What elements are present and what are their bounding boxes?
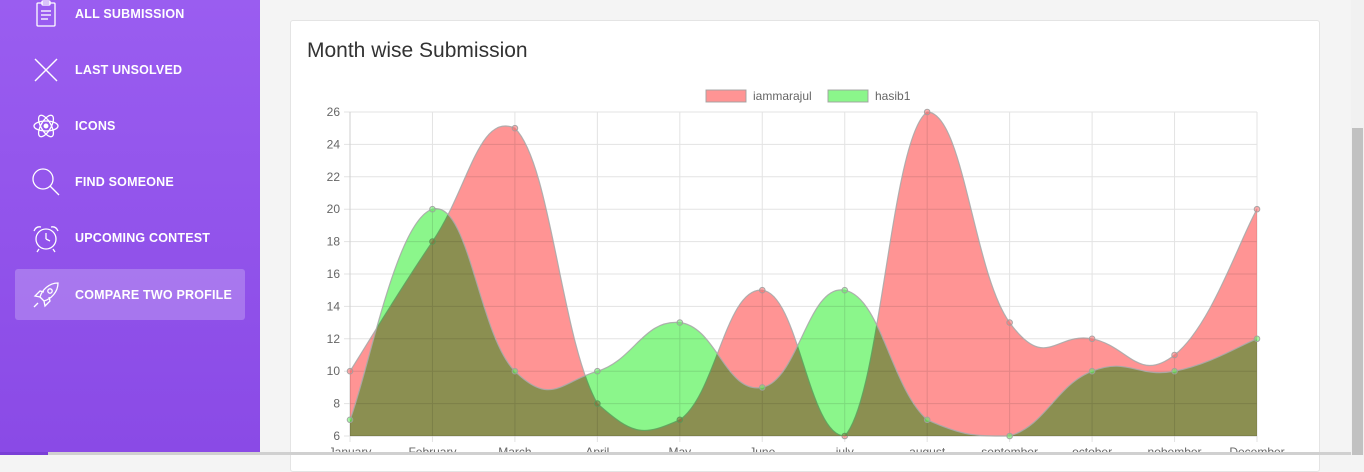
data-point-hasib1 [1088, 367, 1096, 375]
scrollbar-thumb[interactable] [1352, 128, 1363, 455]
y-tick-label: 18 [327, 235, 341, 249]
data-point-iammarajul [511, 124, 519, 132]
data-point-hasib1 [758, 384, 766, 391]
data-point-hasib1 [429, 205, 436, 213]
data-point-hasib1 [1253, 335, 1261, 343]
y-tick-label: 16 [327, 267, 341, 281]
data-point-iammarajul [923, 108, 931, 116]
y-tick-label: 14 [327, 299, 341, 313]
data-point-hasib1 [1171, 367, 1178, 375]
data-point-hasib1 [511, 367, 519, 375]
y-tick-label: 20 [327, 202, 341, 216]
data-point-iammarajul [758, 286, 766, 294]
y-tick-label: 8 [333, 397, 340, 411]
data-point-hasib1 [594, 367, 601, 375]
y-tick-label: 24 [327, 137, 341, 151]
data-point-hasib1 [923, 416, 931, 424]
data-point-hasib1 [1006, 432, 1013, 440]
legend-swatch-iammarajul [705, 89, 747, 103]
data-point-iammarajul [1006, 319, 1013, 326]
data-point-iammarajul [1088, 335, 1096, 343]
data-point-hasib1 [841, 286, 849, 294]
y-tick-label: 6 [333, 429, 340, 443]
data-point-hasib1 [346, 416, 354, 424]
data-point-iammarajul [1253, 205, 1261, 213]
y-tick-label: 26 [327, 105, 341, 119]
data-point-iammarajul [346, 367, 354, 375]
y-tick-label: 10 [327, 364, 341, 378]
y-tick-label: 12 [327, 332, 341, 346]
data-point-iammarajul [1171, 351, 1178, 359]
legend-label: iammarajul [753, 89, 812, 103]
legend-swatch-hasib1 [827, 89, 869, 103]
submission-chart: 68101214161820222426January February March… [327, 89, 1285, 455]
legend-label: hasib1 [875, 89, 911, 103]
data-point-hasib1 [676, 319, 684, 326]
scrollbar[interactable] [1351, 0, 1364, 455]
y-tick-label: 22 [327, 170, 341, 184]
